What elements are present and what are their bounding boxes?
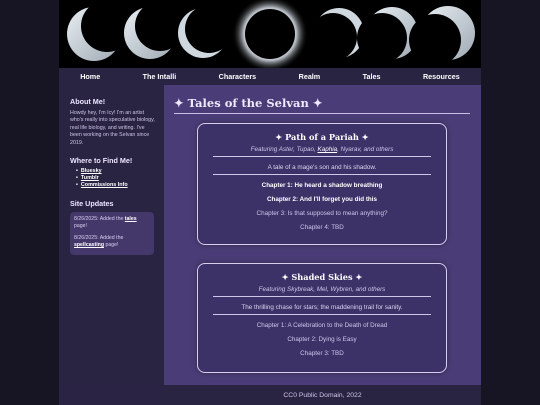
story-card-shaded-skies: ✦ Shaded Skies ✦ Featuring Skybreak, Mel… xyxy=(197,263,447,373)
page-frame: Home The Intalli Characters Realm Tales … xyxy=(59,0,481,405)
character-link-kaphia[interactable]: Kaphia xyxy=(318,146,338,153)
story-description: The thrilling chase for stars; the madde… xyxy=(241,304,403,311)
top-nav: Home The Intalli Characters Realm Tales … xyxy=(59,68,481,85)
story-title: ✦ Path of a Pariah ✦ xyxy=(275,132,369,142)
nav-characters[interactable]: Characters xyxy=(219,72,257,81)
divider xyxy=(213,314,431,315)
link-commissions-info[interactable]: Commissions Info xyxy=(76,182,156,189)
update-link-tales[interactable]: tales xyxy=(125,216,137,222)
sidebar: About Me! Howdy hey, I'm Icy! I'm an art… xyxy=(59,85,164,385)
story-description: A tale of a mage's son and his shadow. xyxy=(267,164,377,171)
update-date: 8/26/2025: xyxy=(74,215,99,222)
divider xyxy=(213,156,431,157)
divider xyxy=(213,296,431,297)
footer: CC0 Public Domain, 2022 xyxy=(164,385,481,405)
link-tumblr[interactable]: Tumblr xyxy=(76,175,156,182)
divider xyxy=(213,174,431,175)
main-content: ✦ Tales of the Selvan ✦ ✦ Path of a Pari… xyxy=(164,85,481,385)
update-text: Added the xyxy=(99,234,124,241)
chapter-link[interactable]: Chapter 1: He heard a shadow breathing xyxy=(198,182,446,189)
update-text: Added the xyxy=(99,215,124,222)
story-title: ✦ Shaded Skies ✦ xyxy=(281,272,363,282)
update-item: 8/26/2025: Added the spellcasting page! xyxy=(74,235,150,249)
nav-the-intalli[interactable]: The Intalli xyxy=(143,72,177,81)
story-featuring: Featuring Skybreak, Mel, Wybren, and oth… xyxy=(258,286,386,293)
story-featuring: Featuring Aster, Tupao, Kaphia, Nyarav, … xyxy=(198,146,446,153)
nav-resources[interactable]: Resources xyxy=(423,72,460,81)
about-heading: About Me! xyxy=(70,97,106,106)
eclipse-phases-image xyxy=(59,0,481,68)
nav-home[interactable]: Home xyxy=(80,72,100,81)
update-link-spellcasting[interactable]: spellcasting xyxy=(74,242,104,248)
chapter-item: Chapter 2: Dying is Easy xyxy=(287,336,357,343)
find-heading: Where to Find Me! xyxy=(70,156,133,166)
update-text-end: page! xyxy=(105,241,119,248)
site-updates-box: 8/26/2025: Added the tales page! 8/26/20… xyxy=(70,211,154,255)
update-text-end: page! xyxy=(74,222,87,229)
social-links-list: Bluesky Tumblr Commissions Info xyxy=(76,168,156,190)
story-card-path-of-a-pariah: ✦ Path of a Pariah ✦ Featuring Aster, Tu… xyxy=(197,123,447,245)
page-title: ✦ Tales of the Selvan ✦ xyxy=(174,96,470,114)
update-date: 8/26/2025: xyxy=(74,234,99,241)
chapter-item: Chapter 1: A Celebration to the Death of… xyxy=(256,322,388,329)
link-bluesky[interactable]: Bluesky xyxy=(76,168,156,175)
chapter-link[interactable]: Chapter 2: And I'll forget you did this xyxy=(198,196,446,203)
chapter-item: Chapter 3: TBD xyxy=(300,350,344,357)
updates-heading: Site Updates xyxy=(70,198,114,208)
nav-tales[interactable]: Tales xyxy=(363,72,381,81)
featuring-text: Featuring Aster, Tupao, xyxy=(250,146,318,153)
chapter-item: Chapter 3: Is that supposed to mean anyt… xyxy=(256,210,388,217)
chapter-item: Chapter 4: TBD xyxy=(300,224,344,231)
eclipse-banner xyxy=(59,0,481,68)
nav-realm[interactable]: Realm xyxy=(299,72,321,81)
featuring-text-end: , Nyarav, and others xyxy=(337,146,394,153)
update-item: 8/26/2025: Added the tales page! xyxy=(74,216,150,230)
about-text: Howdy hey, I'm Icy! I'm an artist who's … xyxy=(70,110,155,146)
